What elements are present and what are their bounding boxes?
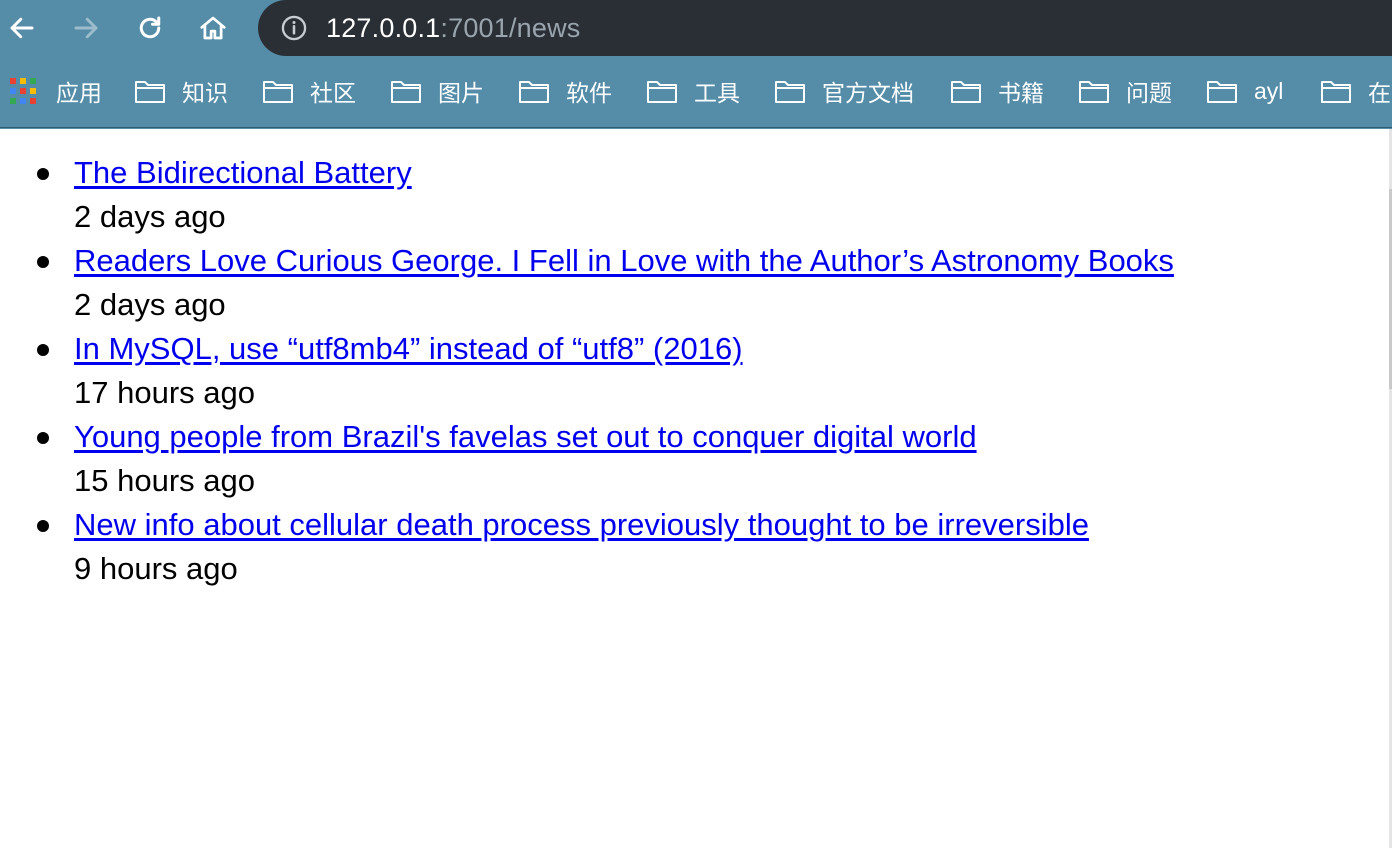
bookmark-folder[interactable]: 在 [1320, 73, 1391, 109]
news-item: In MySQL, use “utf8mb4” instead of “utf8… [37, 327, 1392, 415]
news-title-link[interactable]: Readers Love Curious George. I Fell in L… [74, 239, 1392, 283]
folder-icon [263, 81, 293, 103]
home-button[interactable] [191, 6, 235, 50]
back-button[interactable] [0, 6, 44, 50]
news-item: Young people from Brazil's favelas set o… [37, 415, 1392, 503]
bookmark-folder[interactable]: 书籍 [950, 73, 1044, 109]
bookmark-label: 应用 [56, 80, 102, 106]
list-bullet [37, 168, 49, 180]
apps-grid-icon [10, 78, 36, 104]
news-title-link[interactable]: In MySQL, use “utf8mb4” instead of “utf8… [74, 327, 1392, 371]
url-text: 127.0.0.1:7001/news [326, 13, 581, 44]
forward-button[interactable] [64, 6, 108, 50]
address-bar[interactable]: 127.0.0.1:7001/news [258, 0, 1392, 56]
folder-icon [1207, 81, 1237, 103]
folder-icon [1079, 81, 1109, 103]
news-time: 2 days ago [74, 199, 226, 234]
back-arrow-icon [10, 17, 34, 39]
page-content: The Bidirectional Battery 2 days ago Rea… [0, 129, 1392, 848]
bookmarks-bar: 应用 知识 社区 图片 软件 工具 官方文档 书籍 问题 ayl 在 [0, 56, 1392, 128]
bookmark-label: 工具 [694, 80, 740, 106]
bookmark-label: 知识 [182, 80, 228, 106]
list-bullet [37, 256, 49, 268]
bookmark-label: 在 [1368, 80, 1391, 106]
list-bullet [37, 432, 49, 444]
bookmark-label: 软件 [566, 80, 612, 106]
list-bullet [37, 520, 49, 532]
bookmark-label: 问题 [1126, 80, 1172, 106]
bookmark-folder[interactable]: 软件 [518, 73, 612, 109]
news-list: The Bidirectional Battery 2 days ago Rea… [0, 129, 1392, 591]
home-icon [200, 16, 226, 40]
news-item: Readers Love Curious George. I Fell in L… [37, 239, 1392, 327]
bookmark-label: 社区 [310, 80, 356, 106]
folder-icon [391, 81, 421, 103]
news-time: 9 hours ago [74, 551, 238, 586]
news-time: 2 days ago [74, 287, 226, 322]
news-title-link[interactable]: Young people from Brazil's favelas set o… [74, 415, 1392, 459]
chrome-divider [0, 127, 1392, 128]
bookmark-folder[interactable]: 知识 [134, 73, 228, 109]
folder-icon [951, 81, 981, 103]
url-host: 127.0.0.1 [326, 12, 441, 43]
folder-icon [1321, 81, 1351, 103]
bookmark-apps[interactable]: 应用 [10, 73, 102, 109]
forward-arrow-icon [74, 17, 98, 39]
reload-icon [139, 16, 161, 39]
news-item: The Bidirectional Battery 2 days ago [37, 151, 1392, 239]
bookmark-folder[interactable]: 社区 [262, 73, 356, 109]
bookmark-folder[interactable]: 图片 [390, 73, 484, 109]
bookmark-folder[interactable]: 工具 [646, 73, 740, 109]
reload-button[interactable] [128, 6, 172, 50]
browser-chrome: 127.0.0.1:7001/news 应用 知识 社区 图片 软件 工具 官方… [0, 0, 1392, 129]
news-item: New info about cellular death process pr… [37, 503, 1392, 591]
url-path: :7001/news [440, 12, 581, 43]
news-time: 15 hours ago [74, 463, 255, 498]
folder-icon [519, 81, 549, 103]
bookmark-folder[interactable]: 官方文档 [774, 73, 914, 109]
bookmark-label: 官方文档 [822, 80, 914, 106]
news-time: 17 hours ago [74, 375, 255, 410]
bookmark-folder[interactable]: 问题 [1078, 73, 1172, 109]
bookmark-label: 书籍 [998, 80, 1044, 106]
list-bullet [37, 344, 49, 356]
folder-icon [775, 81, 805, 103]
news-title-link[interactable]: New info about cellular death process pr… [74, 503, 1392, 547]
folder-icon [135, 81, 165, 103]
bookmark-label: ayl [1254, 77, 1284, 104]
news-title-link[interactable]: The Bidirectional Battery [74, 151, 1392, 195]
info-icon[interactable] [280, 14, 308, 42]
browser-toolbar: 127.0.0.1:7001/news [0, 0, 1392, 56]
folder-icon [647, 81, 677, 103]
bookmark-label: 图片 [438, 80, 484, 106]
bookmark-folder[interactable]: ayl [1206, 73, 1283, 109]
